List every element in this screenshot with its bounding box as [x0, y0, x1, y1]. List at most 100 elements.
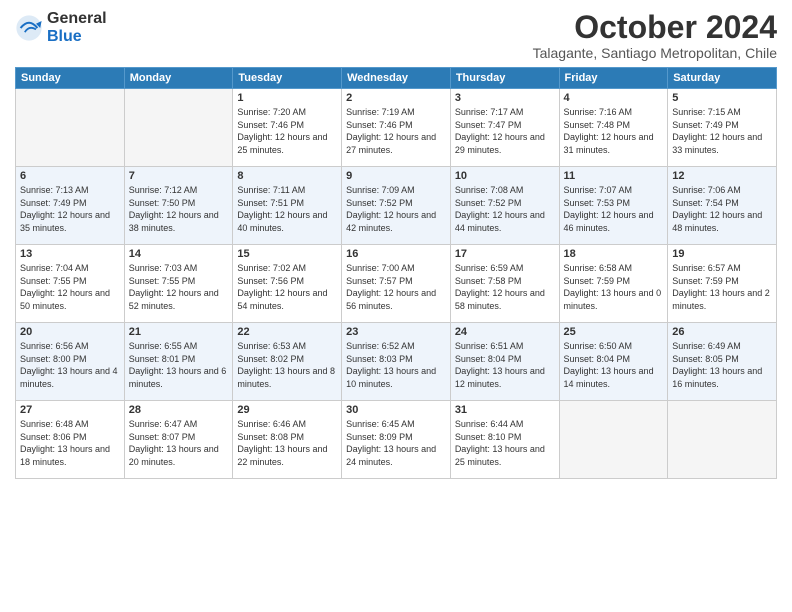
cell-w4-d1: 21 Sunrise: 6:55 AMSunset: 8:01 PMDayligh…: [124, 323, 233, 401]
cell-w3-d2: 15 Sunrise: 7:02 AMSunset: 7:56 PMDayligh…: [233, 245, 342, 323]
cell-w1-d2: 1 Sunrise: 7:20 AMSunset: 7:46 PMDaylight…: [233, 89, 342, 167]
day-number: 25: [564, 326, 664, 338]
day-number: 6: [20, 170, 120, 182]
cell-w3-d6: 19 Sunrise: 6:57 AMSunset: 7:59 PMDayligh…: [668, 245, 777, 323]
logo-icon: [15, 14, 43, 42]
day-number: 9: [346, 170, 446, 182]
cell-w2-d1: 7 Sunrise: 7:12 AMSunset: 7:50 PMDaylight…: [124, 167, 233, 245]
day-number: 30: [346, 404, 446, 416]
col-thursday: Thursday: [450, 68, 559, 89]
day-info: Sunrise: 7:15 AMSunset: 7:49 PMDaylight:…: [672, 106, 772, 156]
cell-w2-d6: 12Sunrise: 7:06 AMSunset: 7:54 PMDayligh…: [668, 167, 777, 245]
day-info: Sunrise: 7:06 AMSunset: 7:54 PMDaylight:…: [672, 184, 772, 234]
day-info: Sunrise: 7:12 AMSunset: 7:50 PMDaylight:…: [129, 184, 229, 234]
week-row-5: 27Sunrise: 6:48 AMSunset: 8:06 PMDayligh…: [16, 401, 777, 479]
cell-w1-d3: 2Sunrise: 7:19 AMSunset: 7:46 PMDaylight…: [342, 89, 451, 167]
cell-w5-d5: [559, 401, 668, 479]
day-info: Sunrise: 7:03 AMSunset: 7:55 PMDaylight:…: [129, 262, 229, 312]
day-info: Sunrise: 6:52 AMSunset: 8:03 PMDaylight:…: [346, 340, 446, 390]
cell-w3-d5: 18 Sunrise: 6:58 AMSunset: 7:59 PMDayligh…: [559, 245, 668, 323]
day-number: 21: [129, 326, 229, 338]
day-info: Sunrise: 6:55 AMSunset: 8:01 PMDaylight:…: [129, 340, 229, 390]
day-info: Sunrise: 6:44 AMSunset: 8:10 PMDaylight:…: [455, 418, 555, 468]
week-row-4: 20 Sunrise: 6:56 AMSunset: 8:00 PMDayligh…: [16, 323, 777, 401]
cell-w3-d3: 16Sunrise: 7:00 AMSunset: 7:57 PMDayligh…: [342, 245, 451, 323]
day-number: 19: [672, 248, 772, 260]
location-subtitle: Talagante, Santiago Metropolitan, Chile: [533, 45, 777, 61]
day-number: 5: [672, 92, 772, 104]
day-number: 16: [346, 248, 446, 260]
day-number: 3: [455, 92, 555, 104]
logo-blue: Blue: [47, 28, 82, 45]
calendar-body: 1 Sunrise: 7:20 AMSunset: 7:46 PMDaylight…: [16, 89, 777, 479]
logo-general: General: [47, 10, 107, 27]
day-info: Sunrise: 7:19 AMSunset: 7:46 PMDaylight:…: [346, 106, 446, 156]
cell-w4-d3: 23Sunrise: 6:52 AMSunset: 8:03 PMDayligh…: [342, 323, 451, 401]
col-friday: Friday: [559, 68, 668, 89]
cell-w1-d4: 3 Sunrise: 7:17 AMSunset: 7:47 PMDaylight…: [450, 89, 559, 167]
day-info: Sunrise: 6:47 AMSunset: 8:07 PMDaylight:…: [129, 418, 229, 468]
day-info: Sunrise: 6:57 AMSunset: 7:59 PMDaylight:…: [672, 262, 772, 312]
day-info: Sunrise: 7:20 AMSunset: 7:46 PMDaylight:…: [237, 106, 337, 156]
day-number: 15: [237, 248, 337, 260]
cell-w3-d1: 14Sunrise: 7:03 AMSunset: 7:55 PMDayligh…: [124, 245, 233, 323]
title-block: October 2024 Talagante, Santiago Metropo…: [533, 10, 777, 61]
day-number: 22: [237, 326, 337, 338]
cell-w1-d0: [16, 89, 125, 167]
cell-w2-d2: 8Sunrise: 7:11 AMSunset: 7:51 PMDaylight…: [233, 167, 342, 245]
cell-w5-d0: 27Sunrise: 6:48 AMSunset: 8:06 PMDayligh…: [16, 401, 125, 479]
cell-w1-d5: 4Sunrise: 7:16 AMSunset: 7:48 PMDaylight…: [559, 89, 668, 167]
day-info: Sunrise: 6:45 AMSunset: 8:09 PMDaylight:…: [346, 418, 446, 468]
cell-w3-d0: 13Sunrise: 7:04 AMSunset: 7:55 PMDayligh…: [16, 245, 125, 323]
day-info: Sunrise: 7:07 AMSunset: 7:53 PMDaylight:…: [564, 184, 664, 234]
page-container: General Blue October 2024 Talagante, San…: [0, 0, 792, 489]
day-number: 4: [564, 92, 664, 104]
calendar-table: Sunday Monday Tuesday Wednesday Thursday…: [15, 67, 777, 479]
header-row: Sunday Monday Tuesday Wednesday Thursday…: [16, 68, 777, 89]
cell-w2-d5: 11Sunrise: 7:07 AMSunset: 7:53 PMDayligh…: [559, 167, 668, 245]
day-number: 29: [237, 404, 337, 416]
cell-w1-d6: 5 Sunrise: 7:15 AMSunset: 7:49 PMDaylight…: [668, 89, 777, 167]
day-info: Sunrise: 6:48 AMSunset: 8:06 PMDaylight:…: [20, 418, 120, 468]
day-number: 10: [455, 170, 555, 182]
col-sunday: Sunday: [16, 68, 125, 89]
col-tuesday: Tuesday: [233, 68, 342, 89]
month-title: October 2024: [533, 10, 777, 45]
week-row-3: 13Sunrise: 7:04 AMSunset: 7:55 PMDayligh…: [16, 245, 777, 323]
logo-text: General Blue: [47, 10, 107, 45]
day-info: Sunrise: 6:59 AMSunset: 7:58 PMDaylight:…: [455, 262, 555, 312]
day-info: Sunrise: 7:13 AMSunset: 7:49 PMDaylight:…: [20, 184, 120, 234]
cell-w3-d4: 17 Sunrise: 6:59 AMSunset: 7:58 PMDayligh…: [450, 245, 559, 323]
cell-w4-d2: 22Sunrise: 6:53 AMSunset: 8:02 PMDayligh…: [233, 323, 342, 401]
day-info: Sunrise: 7:02 AMSunset: 7:56 PMDaylight:…: [237, 262, 337, 312]
cell-w5-d2: 29 Sunrise: 6:46 AMSunset: 8:08 PMDayligh…: [233, 401, 342, 479]
day-number: 7: [129, 170, 229, 182]
day-number: 17: [455, 248, 555, 260]
cell-w2-d3: 9Sunrise: 7:09 AMSunset: 7:52 PMDaylight…: [342, 167, 451, 245]
cell-w4-d0: 20 Sunrise: 6:56 AMSunset: 8:00 PMDayligh…: [16, 323, 125, 401]
cell-w5-d6: [668, 401, 777, 479]
day-info: Sunrise: 6:49 AMSunset: 8:05 PMDaylight:…: [672, 340, 772, 390]
day-info: Sunrise: 6:58 AMSunset: 7:59 PMDaylight:…: [564, 262, 664, 312]
cell-w2-d0: 6 Sunrise: 7:13 AMSunset: 7:49 PMDaylight…: [16, 167, 125, 245]
day-number: 13: [20, 248, 120, 260]
day-number: 18: [564, 248, 664, 260]
day-info: Sunrise: 6:50 AMSunset: 8:04 PMDaylight:…: [564, 340, 664, 390]
day-info: Sunrise: 6:56 AMSunset: 8:00 PMDaylight:…: [20, 340, 120, 390]
day-number: 1: [237, 92, 337, 104]
day-number: 24: [455, 326, 555, 338]
calendar-header: Sunday Monday Tuesday Wednesday Thursday…: [16, 68, 777, 89]
col-saturday: Saturday: [668, 68, 777, 89]
week-row-1: 1 Sunrise: 7:20 AMSunset: 7:46 PMDaylight…: [16, 89, 777, 167]
logo: General Blue: [15, 10, 107, 45]
cell-w4-d5: 25 Sunrise: 6:50 AMSunset: 8:04 PMDayligh…: [559, 323, 668, 401]
day-info: Sunrise: 7:17 AMSunset: 7:47 PMDaylight:…: [455, 106, 555, 156]
day-number: 31: [455, 404, 555, 416]
day-number: 20: [20, 326, 120, 338]
day-info: Sunrise: 6:46 AMSunset: 8:08 PMDaylight:…: [237, 418, 337, 468]
week-row-2: 6 Sunrise: 7:13 AMSunset: 7:49 PMDaylight…: [16, 167, 777, 245]
day-number: 8: [237, 170, 337, 182]
day-number: 28: [129, 404, 229, 416]
day-info: Sunrise: 7:08 AMSunset: 7:52 PMDaylight:…: [455, 184, 555, 234]
day-number: 26: [672, 326, 772, 338]
